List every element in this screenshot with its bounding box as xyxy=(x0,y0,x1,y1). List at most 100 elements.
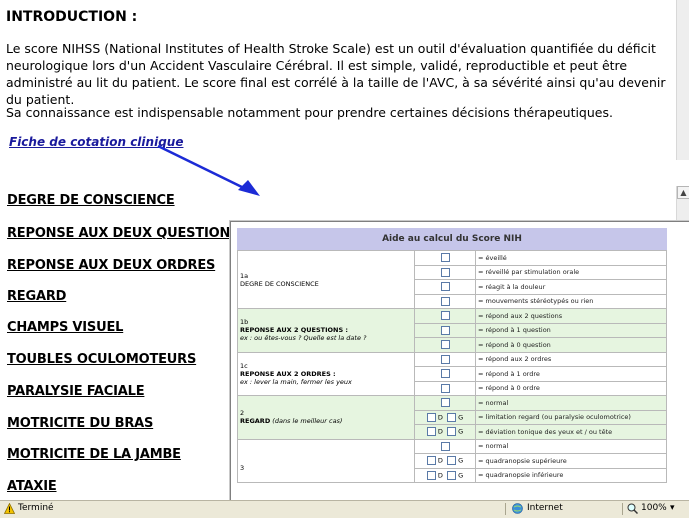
section-label: DEGRE DE CONSCIENCE xyxy=(240,279,319,288)
section-1c-label: 1c REPONSE AUX 2 ORDRES : ex : lever la … xyxy=(237,351,415,396)
section-number: 2 xyxy=(240,409,245,418)
option-label: = limitation regard (ou paralysie oculom… xyxy=(475,409,667,425)
intro-title: INTRODUCTION : xyxy=(6,9,138,25)
checkbox-dg-cell[interactable]: D G xyxy=(414,424,476,440)
zoom-dropdown-icon[interactable]: ▾ xyxy=(670,503,675,513)
checkbox-cell[interactable] xyxy=(414,322,476,338)
option-label: = quadranopsie supérieure xyxy=(475,453,667,469)
option-label: = éveillé xyxy=(475,250,667,266)
nav-motricite-jambe[interactable]: MOTRICITE DE LA JAMBE xyxy=(7,447,181,462)
checkbox-icon[interactable] xyxy=(426,456,436,466)
checkbox-icon[interactable] xyxy=(447,412,457,422)
g-label: G xyxy=(458,456,464,465)
checkbox-cell[interactable] xyxy=(414,438,476,454)
section-number: 3 xyxy=(240,463,245,472)
section-sublabel: (dans le meilleur cas) xyxy=(272,417,343,426)
checkbox-cell[interactable] xyxy=(414,380,476,396)
scroll-up-icon[interactable]: ▲ xyxy=(677,186,689,199)
nav-regard[interactable]: REGARD xyxy=(7,289,66,304)
nav-champs-visuel[interactable]: CHAMPS VISUEL xyxy=(7,320,123,335)
checkbox-icon[interactable] xyxy=(440,369,450,379)
popup-title: Aide au calcul du Score NIH xyxy=(237,228,667,250)
nav-motricite-bras[interactable]: MOTRICITE DU BRAS xyxy=(7,416,153,431)
checkbox-dg-cell[interactable]: D G xyxy=(414,453,476,469)
d-label: D xyxy=(437,413,443,422)
checkbox-cell[interactable] xyxy=(414,264,476,280)
option-label: = normal xyxy=(475,395,667,411)
section-number: 1b xyxy=(240,318,249,327)
d-label: D xyxy=(437,456,443,465)
table-row: 1a DEGRE DE CONSCIENCE = éveillé xyxy=(237,250,667,309)
table-row: 1b REPONSE AUX 2 QUESTIONS : ex : ou ête… xyxy=(237,308,667,353)
checkbox-icon[interactable] xyxy=(447,427,457,437)
section-3-label: 3 xyxy=(237,438,415,483)
option-label: = répond aux 2 ordres xyxy=(475,351,667,367)
globe-icon xyxy=(512,503,523,517)
intro-paragraph-2: Sa connaissance est indispensable notamm… xyxy=(6,105,613,120)
section-number: 1a xyxy=(240,271,249,280)
section-2-label: 2 REGARD (dans le meilleur cas) xyxy=(237,395,415,440)
checkbox-icon[interactable] xyxy=(426,412,436,422)
section-sublabel: ex : lever la main, fermer les yeux xyxy=(240,377,352,386)
checkbox-dg-cell[interactable]: D G xyxy=(414,409,476,425)
checkbox-icon[interactable] xyxy=(440,282,450,292)
nav-reponse-questions[interactable]: REPONSE AUX DEUX QUESTIONS xyxy=(7,226,240,241)
section-label: REGARD xyxy=(240,417,271,426)
checkbox-cell[interactable] xyxy=(414,395,476,411)
checkbox-icon[interactable] xyxy=(440,441,450,451)
checkbox-cell[interactable] xyxy=(414,337,476,353)
checkbox-icon[interactable] xyxy=(440,325,450,335)
option-label: = normal xyxy=(475,438,667,454)
checkbox-icon[interactable] xyxy=(440,253,450,263)
checkbox-icon[interactable] xyxy=(426,427,436,437)
intro-paragraph-1: Le score NIHSS (National Institutes of H… xyxy=(6,41,666,107)
checkbox-cell[interactable] xyxy=(414,293,476,309)
warning-icon xyxy=(3,502,16,517)
nav-troubles-oculomoteurs[interactable]: TOUBLES OCULOMOTEURS xyxy=(7,352,196,367)
checkbox-icon[interactable] xyxy=(426,470,436,480)
option-label: = réveillé par stimulation orale xyxy=(475,264,667,280)
checkbox-icon[interactable] xyxy=(440,296,450,306)
checkbox-icon[interactable] xyxy=(440,340,450,350)
zoom-level[interactable]: 100% xyxy=(641,503,667,513)
zoom-icon[interactable] xyxy=(627,503,639,517)
checkbox-icon[interactable] xyxy=(440,383,450,393)
checkbox-cell[interactable] xyxy=(414,250,476,266)
checkbox-dg-cell[interactable]: D G xyxy=(414,467,476,483)
vertical-scrollbar-upper[interactable] xyxy=(676,0,689,160)
arrow-icon xyxy=(157,144,260,196)
browser-status-bar: Terminé Internet 100% ▾ xyxy=(0,500,689,518)
option-label: = réagit à la douleur xyxy=(475,279,667,295)
option-label: = répond à 1 question xyxy=(475,322,667,338)
vertical-scrollbar-lower[interactable]: ▲ xyxy=(676,186,689,220)
nih-score-table: 1a DEGRE DE CONSCIENCE = éveillé = révei… xyxy=(237,250,667,483)
section-label: REPONSE AUX 2 QUESTIONS : xyxy=(240,326,349,335)
table-row: 2 REGARD (dans le meilleur cas) = normal xyxy=(237,395,667,440)
nav-reponse-ordres[interactable]: REPONSE AUX DEUX ORDRES xyxy=(7,258,215,273)
checkbox-icon[interactable] xyxy=(447,456,457,466)
checkbox-cell[interactable] xyxy=(414,351,476,367)
status-text: Terminé xyxy=(18,503,54,513)
checkbox-cell[interactable] xyxy=(414,366,476,382)
checkbox-icon[interactable] xyxy=(440,354,450,364)
option-label: = répond à 0 ordre xyxy=(475,380,667,396)
g-label: G xyxy=(458,427,464,436)
option-label: = déviation tonique des yeux et / ou têt… xyxy=(475,424,667,440)
section-label: REPONSE AUX 2 ORDRES : xyxy=(240,369,336,378)
checkbox-icon[interactable] xyxy=(440,311,450,321)
nav-ataxie[interactable]: ATAXIE xyxy=(7,479,57,494)
zone-text: Internet xyxy=(527,503,563,513)
checkbox-cell[interactable] xyxy=(414,308,476,324)
option-label: = répond à 0 question xyxy=(475,337,667,353)
checkbox-icon[interactable] xyxy=(440,267,450,277)
checkbox-icon[interactable] xyxy=(440,398,450,408)
nav-paralysie-faciale[interactable]: PARALYSIE FACIALE xyxy=(7,384,145,399)
checkbox-icon[interactable] xyxy=(447,470,457,480)
section-1a-label: 1a DEGRE DE CONSCIENCE xyxy=(237,250,415,309)
status-divider xyxy=(622,503,623,515)
status-divider xyxy=(505,503,506,515)
checkbox-cell[interactable] xyxy=(414,279,476,295)
d-label: D xyxy=(437,471,443,480)
nav-degre-conscience[interactable]: DEGRE DE CONSCIENCE xyxy=(7,193,175,208)
section-1b-label: 1b REPONSE AUX 2 QUESTIONS : ex : ou ête… xyxy=(237,308,415,353)
